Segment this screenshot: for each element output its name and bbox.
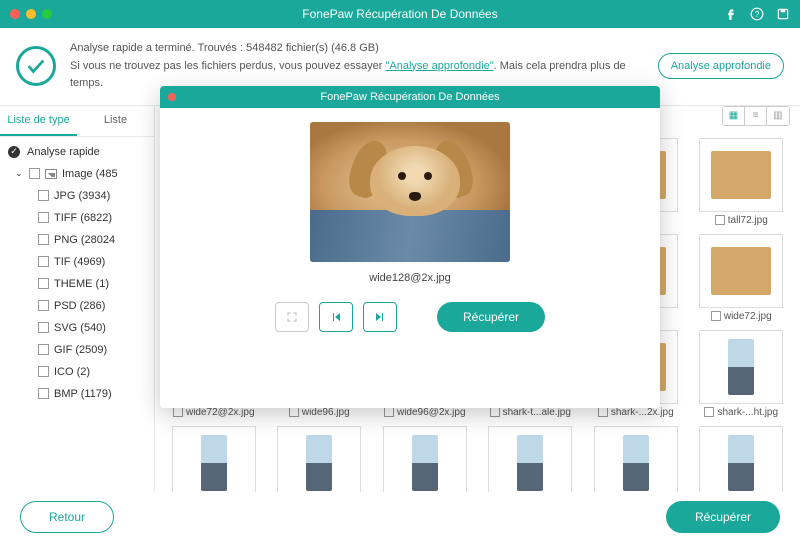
tree-item-png[interactable]: PNG (28024	[0, 229, 154, 251]
list-view-icon[interactable]: ≡	[745, 107, 767, 125]
thumbnail[interactable]	[488, 426, 572, 500]
modal-titlebar: FonePaw Récupération De Données	[160, 86, 660, 108]
help-icon[interactable]: ?	[750, 7, 764, 21]
recover-button[interactable]: Récupérer	[666, 501, 780, 533]
status-line1: Analyse rapide a terminé. Trouvés : 5484…	[70, 40, 644, 58]
thumbnail[interactable]	[277, 426, 361, 500]
tab-path-list[interactable]: Liste	[77, 106, 154, 136]
scan-complete-icon	[16, 46, 56, 86]
thumbnail[interactable]	[383, 426, 467, 500]
thumbnail[interactable]	[699, 138, 783, 212]
thumbnail[interactable]	[172, 426, 256, 500]
app-titlebar: FonePaw Récupération De Données ?	[0, 0, 800, 28]
preview-modal: FonePaw Récupération De Données wide128@…	[160, 86, 660, 408]
deep-scan-link[interactable]: "Analyse approfondie"	[386, 60, 494, 72]
tree-item-tiff[interactable]: TIFF (6822)	[0, 207, 154, 229]
tree-parent-image[interactable]: ⌄ Image (485	[0, 163, 154, 185]
window-controls	[10, 9, 52, 19]
tree-item-theme[interactable]: THEME (1)	[0, 273, 154, 295]
tree-item-gif[interactable]: GIF (2509)	[0, 339, 154, 361]
deep-scan-button[interactable]: Analyse approfondie	[658, 53, 784, 79]
prev-icon[interactable]	[319, 302, 353, 332]
facebook-icon[interactable]	[724, 7, 738, 21]
modal-close-icon[interactable]	[168, 93, 176, 101]
tree-item-jpg[interactable]: JPG (3934)	[0, 185, 154, 207]
column-view-icon[interactable]: ▥	[767, 107, 789, 125]
tree-item-svg[interactable]: SVG (540)	[0, 317, 154, 339]
maximize-window-icon[interactable]	[42, 9, 52, 19]
next-icon[interactable]	[363, 302, 397, 332]
footer: Retour Récupérer	[0, 492, 800, 542]
thumbnail[interactable]	[699, 426, 783, 500]
save-icon[interactable]	[776, 7, 790, 21]
checkbox[interactable]	[29, 168, 40, 179]
tab-type-list[interactable]: Liste de type	[0, 106, 77, 136]
tree-item-ico[interactable]: ICO (2)	[0, 361, 154, 383]
file-tree: Analyse rapide ⌄ Image (485 JPG (3934) T…	[0, 137, 154, 409]
app-title: FonePaw Récupération De Données	[302, 7, 497, 21]
tree-item-psd[interactable]: PSD (286)	[0, 295, 154, 317]
thumbnail[interactable]	[699, 330, 783, 404]
chevron-down-icon: ⌄	[14, 168, 24, 179]
view-toggle: ▦ ≡ ▥	[722, 106, 790, 126]
sidebar: Liste de type Liste Analyse rapide ⌄ Ima…	[0, 106, 155, 502]
tree-item-tif[interactable]: TIF (4969)	[0, 251, 154, 273]
minimize-window-icon[interactable]	[26, 9, 36, 19]
tree-root[interactable]: Analyse rapide	[0, 141, 154, 163]
image-icon	[45, 169, 57, 179]
svg-text:?: ?	[755, 10, 760, 19]
modal-recover-button[interactable]: Récupérer	[437, 302, 545, 332]
modal-title: FonePaw Récupération De Données	[320, 91, 499, 103]
fullscreen-icon[interactable]	[275, 302, 309, 332]
status-text: Analyse rapide a terminé. Trouvés : 5484…	[70, 40, 644, 93]
preview-image	[310, 122, 510, 262]
thumbnail[interactable]	[594, 426, 678, 500]
grid-view-icon[interactable]: ▦	[723, 107, 745, 125]
tree-item-bmp[interactable]: BMP (1179)	[0, 383, 154, 405]
thumbnail[interactable]	[699, 234, 783, 308]
preview-filename: wide128@2x.jpg	[369, 272, 451, 284]
back-button[interactable]: Retour	[20, 501, 114, 533]
close-window-icon[interactable]	[10, 9, 20, 19]
